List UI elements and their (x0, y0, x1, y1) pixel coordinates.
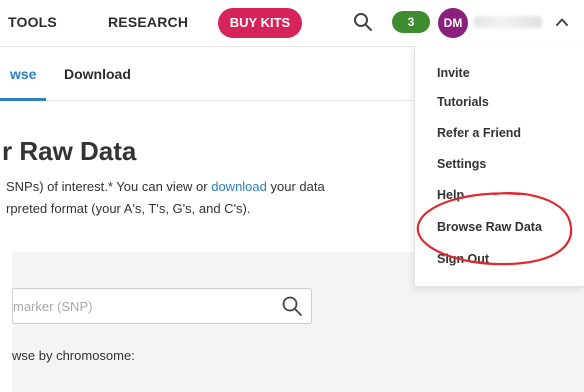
menu-item-sign-out[interactable]: Sign Out (437, 252, 489, 266)
nav-tools-link[interactable]: TOOLS (8, 14, 57, 30)
chevron-up-icon (556, 18, 568, 26)
download-link[interactable]: download (211, 179, 267, 194)
description-line-2: rpreted format (your A's, T's, G's, and … (6, 201, 251, 216)
marker-search-input[interactable] (13, 289, 273, 323)
account-menu-toggle[interactable] (554, 14, 570, 30)
search-icon (354, 13, 372, 31)
browse-by-chromosome-label: wse by chromosome: (12, 348, 135, 363)
menu-item-tutorials[interactable]: Tutorials (437, 95, 489, 109)
page: TOOLS RESEARCH BUY KITS 3 DM wse Downloa… (0, 0, 584, 392)
notification-badge[interactable]: 3 (392, 11, 430, 33)
buy-kits-button[interactable]: BUY KITS (218, 8, 302, 38)
search-button[interactable] (352, 11, 374, 33)
avatar[interactable]: DM (438, 8, 468, 38)
menu-item-invite[interactable]: Invite (437, 66, 470, 80)
menu-item-help[interactable]: Help (437, 188, 464, 202)
menu-item-settings[interactable]: Settings (437, 157, 486, 171)
top-nav: TOOLS RESEARCH BUY KITS 3 DM (0, 0, 584, 47)
description-line-1: SNPs) of interest.* You can view or down… (6, 179, 325, 194)
tab-download[interactable]: Download (64, 66, 131, 82)
tab-browse[interactable]: wse (10, 66, 36, 82)
description-text: your data (266, 179, 325, 194)
marker-search-button[interactable] (281, 295, 303, 317)
username-redacted (474, 16, 542, 28)
menu-item-refer-a-friend[interactable]: Refer a Friend (437, 126, 521, 140)
active-tab-indicator (0, 98, 46, 101)
page-title: r Raw Data (2, 136, 137, 166)
nav-research-link[interactable]: RESEARCH (108, 14, 188, 30)
marker-search-box (12, 288, 312, 324)
account-dropdown-menu: Invite Tutorials Refer a Friend Settings… (414, 46, 584, 287)
search-icon (282, 296, 302, 316)
description-text: SNPs) of interest.* You can view or (6, 179, 212, 194)
menu-item-browse-raw-data[interactable]: Browse Raw Data (437, 220, 542, 234)
